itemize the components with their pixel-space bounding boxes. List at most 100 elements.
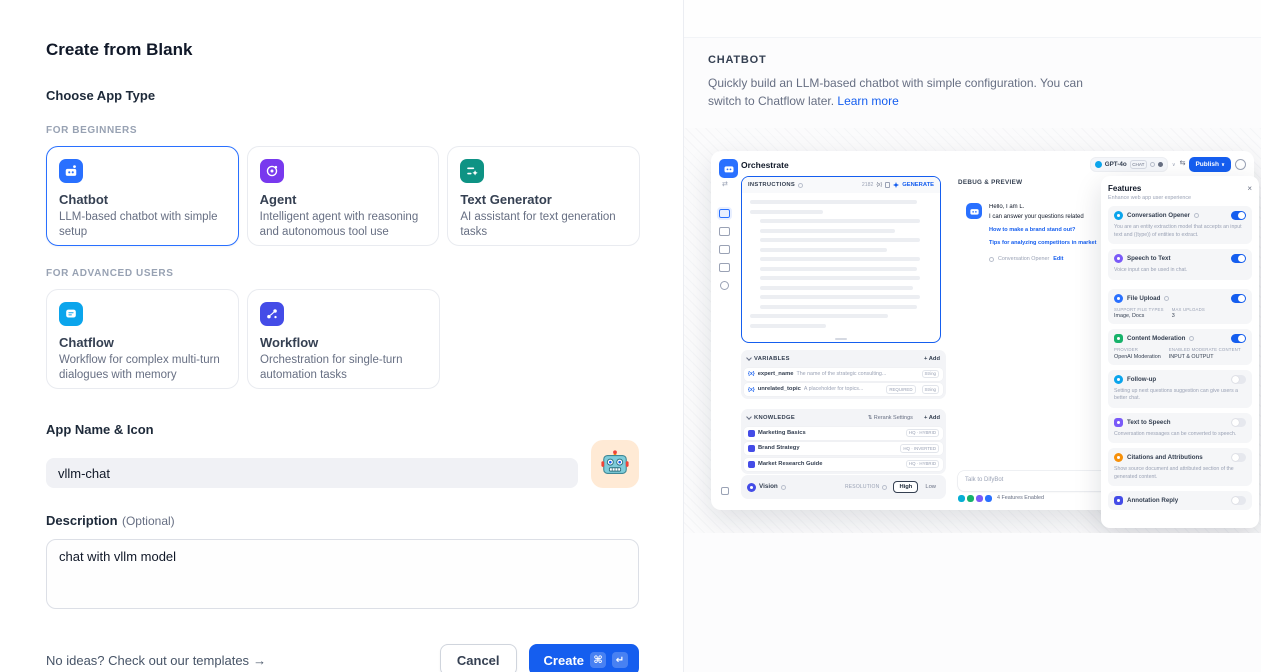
card-desc: Intelligent agent with reasoning and aut… [260,210,427,239]
app-type-card-text-generator[interactable]: Text Generator AI assistant for text gen… [447,146,640,246]
shield-icon [1114,334,1123,343]
chatflow-icon [59,302,83,326]
app-type-card-chatflow[interactable]: Chatflow Workflow for complex multi-turn… [46,289,239,389]
mini-nav-orchestrate-icon [719,209,730,218]
for-advanced-users-label: FOR ADVANCED USERS [46,268,640,279]
description-label: Description [46,513,118,528]
page-title: Create from Blank [46,40,640,60]
mini-feature-dot-green [967,495,974,502]
mini-model-provider-icon [1095,161,1102,168]
card-desc: AI assistant for text generation tasks [460,210,627,239]
preview-description: Quickly build an LLM-based chatbot with … [708,74,1113,110]
feature-citations: Citations and Attributions Show source d… [1108,448,1252,486]
feature-content-moderation: Content Moderation PROVIDER OpenAI Moder… [1108,329,1252,365]
app-icon-picker[interactable] [591,440,639,488]
app-type-card-workflow[interactable]: Workflow Orchestration for single-turn a… [247,289,440,389]
text-to-speech-icon [1114,418,1123,427]
mini-sliders-icon: ⇆ [1180,160,1186,168]
feature-conversation-opener: Conversation Opener You are an entity ex… [1108,206,1252,244]
mini-opener-icon [989,257,994,262]
agent-icon [260,159,284,183]
enter-key-icon: ↵ [612,652,628,668]
mini-rerank-settings: ⇅ Rerank Settings [868,415,913,422]
mini-caret-icon [746,355,752,361]
card-desc: Orchestration for single-turn automation… [260,353,427,382]
templates-link[interactable]: No ideas? Check out our templates→ [46,653,266,668]
mini-info-icon [798,183,803,188]
preview-heading: CHATBOT [708,54,1237,66]
mini-feature-dot-purple [976,495,983,502]
mini-copy-icon [885,182,890,188]
conversation-opener-icon [1114,211,1123,220]
mini-knowledge-row: Market Research Guide HQ · HYBRID [744,458,943,471]
app-name-input[interactable] [46,458,578,488]
app-type-card-agent[interactable]: Agent Intelligent agent with reasoning a… [247,146,440,246]
toggle-on [1231,211,1246,220]
mini-resolution-high: High [893,481,918,494]
text-generator-icon [460,159,484,183]
mini-feature-dot-cyan [958,495,965,502]
mini-orchestrate-title: Orchestrate [741,160,789,170]
mini-chevron-down-icon: ∨ [1172,162,1176,168]
mini-feature-dot-blue [985,495,992,502]
card-title: Workflow [260,335,427,350]
card-title: Text Generator [460,192,627,207]
mini-vision-row: Vision RESOLUTION High Low [741,475,946,499]
instructions-skeleton [742,193,940,328]
mini-resize-handle-icon [835,338,847,340]
cmd-key-icon: ⌘ [590,652,606,668]
mini-knowledge-row: Brand Strategy HQ · INVERTED [744,442,943,455]
toggle-on [1231,334,1246,343]
card-title: Chatflow [59,335,226,350]
chat-bubbles-icon [1114,375,1123,384]
description-textarea[interactable]: chat with vllm model [46,539,639,609]
mini-variable-row: {x} unrelated_topic A placeholder for to… [744,383,943,396]
mini-variable-row: {x} expert_name The name of the strategi… [744,368,943,381]
mini-model-selector: GPT-4o CHAT [1090,157,1168,172]
create-app-modal: Create from Blank Choose App Type FOR BE… [0,0,1261,672]
microphone-icon [1114,254,1123,263]
toggle-off [1231,453,1246,462]
card-desc: LLM-based chatbot with simple setup [59,210,226,239]
folder-icon [1114,294,1123,303]
mini-caret-icon [746,414,752,420]
mini-info-icon [781,485,786,490]
mini-knowledge-section: KNOWLEDGE ⇅ Rerank Settings + Add Market… [741,409,946,474]
toggle-on [1231,254,1246,263]
mini-chat-input: Talk to DifyBot [958,471,1110,491]
chatbot-icon [59,159,83,183]
mini-sidebar-nav [719,209,730,290]
feature-speech-to-text: Speech to Text Voice input can be used i… [1108,249,1252,280]
annotation-icon [1114,496,1123,505]
mini-generate-icon [893,182,899,188]
learn-more-link[interactable]: Learn more [837,94,898,108]
mini-model-icon-2 [1158,162,1163,167]
create-button[interactable]: Create ⌘ ↵ [529,644,639,672]
card-title: Agent [260,192,427,207]
toggle-off [1231,375,1246,384]
mini-dataset-icon [748,430,755,437]
mini-nav-annotations-icon [719,245,730,254]
app-type-card-chatbot[interactable]: Chatbot LLM-based chatbot with simple se… [46,146,239,246]
preview-top-strip [684,0,1261,38]
mini-close-icon: × [1247,184,1252,193]
mini-nav-logs-icon [719,227,730,236]
toggle-off [1231,418,1246,427]
robot-emoji-icon [600,449,630,479]
mini-switch-icon: ⇄ [722,181,728,189]
preview-image-area: ⇄ Orchestrate GPT-4o CHAT [684,128,1261,533]
mini-dataset-icon [748,445,755,452]
mini-bot-avatar [966,203,982,219]
toggle-off [1231,496,1246,505]
feature-file-upload: File Upload SUPPORT FILE TYPES Image, Do… [1108,289,1252,325]
arrow-right-icon: → [253,653,266,668]
mini-header-right: GPT-4o CHAT ∨ ⇆ Publish∨ [1090,157,1246,172]
card-title: Chatbot [59,192,226,207]
preview-panel: CHATBOT Quickly build an LLM-based chatb… [683,0,1261,672]
mini-vision-icon [747,483,756,492]
mini-resolution-low: Low [921,482,940,493]
mini-nav-settings-icon [720,281,729,290]
card-desc: Workflow for complex multi-turn dialogue… [59,353,226,382]
advanced-app-type-row: Chatflow Workflow for complex multi-turn… [46,289,640,389]
cancel-button[interactable]: Cancel [440,644,517,672]
